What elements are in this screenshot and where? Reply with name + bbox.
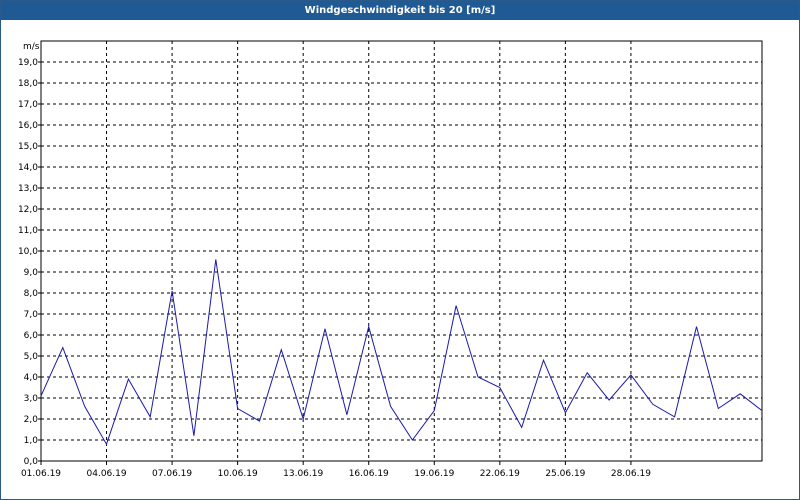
y-tick-label: 13,0 — [18, 184, 38, 194]
x-tick-label: 25.06.19 — [545, 469, 585, 479]
y-tick-label: 12,0 — [18, 205, 38, 215]
y-tick-label: 4,0 — [24, 373, 39, 383]
chart-window: Windgeschwindigkeit bis 20 [m/s] 0,0 1,0 2… — [0, 0, 800, 500]
y-tick-label: 8,0 — [24, 289, 39, 299]
x-tick-label: 01.06.19 — [21, 469, 61, 479]
x-tick-label: 04.06.19 — [87, 469, 127, 479]
y-tick-label: 7,0 — [24, 310, 39, 320]
x-tick-label: 19.06.19 — [414, 469, 454, 479]
x-tick-label: 16.06.19 — [349, 469, 389, 479]
y-axis-unit-label: m/s — [23, 42, 40, 52]
x-tick-label: 13.06.19 — [283, 469, 323, 479]
window-title: Windgeschwindigkeit bis 20 [m/s] — [1, 1, 799, 20]
y-tick-label: 14,0 — [18, 163, 38, 173]
y-tick-label: 3,0 — [24, 394, 39, 404]
wind-speed-chart: 0,0 1,0 2,0 3,0 4,0 5,0 6,0 7,0 8,0 9,0 10,0 11,0 12… — [18, 40, 763, 479]
y-tick-label: 1,0 — [24, 436, 39, 446]
y-tick-label: 9,0 — [24, 268, 39, 278]
y-tick-label: 17,0 — [18, 100, 38, 110]
y-tick-label: 16,0 — [18, 121, 38, 131]
x-tick-label: 28.06.19 — [611, 469, 651, 479]
y-tick-label: 19,0 — [18, 58, 38, 68]
x-tick-label: 22.06.19 — [480, 469, 520, 479]
y-tick-label: 15,0 — [18, 142, 38, 152]
y-tick-label: 0,0 — [24, 457, 39, 467]
y-tick-label: 11,0 — [18, 226, 38, 236]
y-axis-ticks: 0,0 1,0 2,0 3,0 4,0 5,0 6,0 7,0 8,0 9,0 10,0 11,0 12… — [18, 58, 41, 467]
y-tick-label: 5,0 — [24, 352, 39, 362]
x-tick-label: 07.06.19 — [152, 469, 192, 479]
x-tick-label: 10.06.19 — [218, 469, 258, 479]
y-tick-label: 6,0 — [24, 331, 39, 341]
y-tick-label: 18,0 — [18, 79, 38, 89]
y-tick-label: 10,0 — [18, 247, 38, 257]
x-axis-ticks: 01.06.19 04.06.19 07.06.19 10.06.19 13.06.19… — [21, 461, 651, 479]
y-tick-label: 2,0 — [24, 415, 39, 425]
grid-lines — [41, 41, 762, 461]
